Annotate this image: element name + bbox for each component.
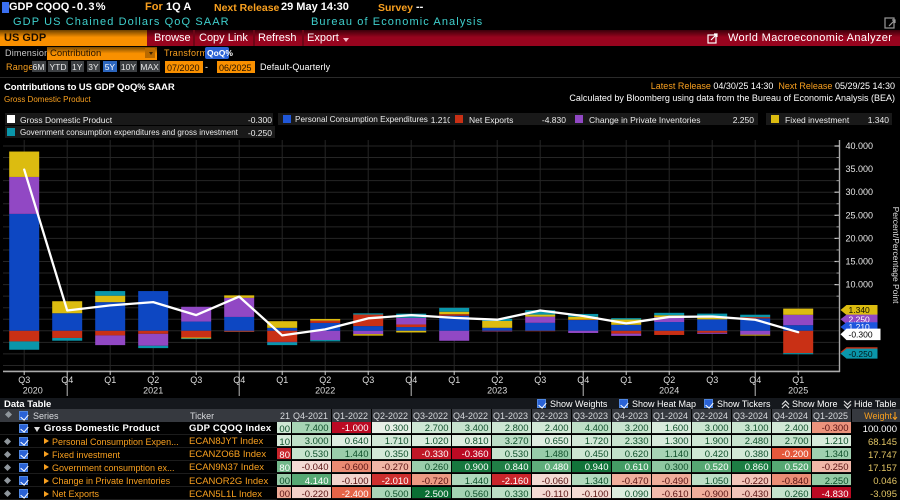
svg-text:Q4: Q4 (749, 375, 761, 385)
svg-text:2020: 2020 (23, 386, 43, 396)
svg-text:Q3: Q3 (190, 375, 202, 385)
svg-text:20.000: 20.000 (846, 233, 874, 243)
svg-text:2024: 2024 (659, 386, 679, 396)
svg-text:Q3: Q3 (362, 375, 374, 385)
svg-text:Q1: Q1 (620, 375, 632, 385)
svg-text:30.000: 30.000 (846, 187, 874, 197)
svg-text:2021: 2021 (143, 386, 163, 396)
svg-text:Q4: Q4 (577, 375, 589, 385)
svg-text:Q3: Q3 (534, 375, 546, 385)
svg-text:25.000: 25.000 (846, 210, 874, 220)
svg-text:Q4: Q4 (233, 375, 245, 385)
svg-text:Q1: Q1 (448, 375, 460, 385)
svg-text:10.000: 10.000 (846, 280, 874, 290)
svg-text:Q2: Q2 (491, 375, 503, 385)
svg-text:Q4: Q4 (61, 375, 73, 385)
svg-text:15.000: 15.000 (846, 257, 874, 267)
svg-text:40.000: 40.000 (846, 141, 874, 151)
svg-text:2023: 2023 (487, 386, 507, 396)
svg-text:Q2: Q2 (147, 375, 159, 385)
svg-text:2025: 2025 (788, 386, 808, 396)
svg-text:Q3: Q3 (706, 375, 718, 385)
svg-text:-0.250: -0.250 (849, 349, 873, 359)
svg-text:Q1: Q1 (792, 375, 804, 385)
svg-text:Q2: Q2 (663, 375, 675, 385)
svg-text:Q1: Q1 (276, 375, 288, 385)
svg-text:Q3: Q3 (18, 375, 30, 385)
svg-text:Q1: Q1 (104, 375, 116, 385)
svg-text:-0.300: -0.300 (849, 330, 873, 340)
svg-text:35.000: 35.000 (846, 164, 874, 174)
svg-text:Percent/Percentage Point: Percent/Percentage Point (891, 207, 900, 305)
svg-text:Q4: Q4 (405, 375, 417, 385)
svg-text:Q2: Q2 (319, 375, 331, 385)
svg-text:2022: 2022 (315, 386, 335, 396)
